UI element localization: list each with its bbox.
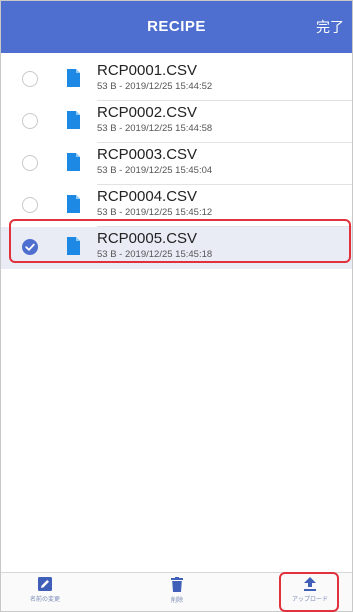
app-frame: RECIPE 完了 RCP0001.CSV 53 B - 2019/12/25 … — [0, 0, 353, 612]
file-name: RCP0002.CSV — [97, 104, 198, 121]
radio-unchecked-icon[interactable] — [22, 113, 38, 129]
radio-unchecked-icon[interactable] — [22, 197, 38, 213]
file-meta: 53 B - 2019/12/25 15:45:12 — [97, 207, 213, 218]
file-icon — [67, 111, 80, 129]
upload-icon — [304, 577, 316, 591]
radio-checked-icon[interactable] — [22, 239, 38, 255]
upload-label: アップロード — [291, 597, 328, 603]
done-button[interactable]: 完了 — [316, 1, 344, 53]
nav-header: RECIPE 完了 — [1, 1, 352, 53]
file-icon — [67, 69, 80, 87]
rename-icon — [38, 577, 52, 591]
file-name: RCP0001.CSV — [97, 62, 198, 79]
delete-label: 削除 — [170, 598, 183, 604]
page-title: RECIPE — [147, 18, 206, 35]
file-name: RCP0003.CSV — [97, 146, 198, 163]
file-row-5-selected[interactable]: RCP0005.CSV 53 B - 2019/12/25 15:45:18 — [1, 227, 352, 269]
file-list: RCP0001.CSV 53 B - 2019/12/25 15:44:52 R… — [1, 59, 352, 269]
file-row-2[interactable]: RCP0002.CSV 53 B - 2019/12/25 15:44:58 — [1, 101, 352, 143]
rename-label: 名前の変更 — [29, 597, 60, 603]
file-row-3[interactable]: RCP0003.CSV 53 B - 2019/12/25 15:45:04 — [1, 143, 352, 185]
radio-unchecked-icon[interactable] — [22, 71, 38, 87]
file-icon — [67, 237, 80, 255]
file-name: RCP0005.CSV — [97, 230, 198, 247]
file-icon — [67, 153, 80, 171]
file-meta: 53 B - 2019/12/25 15:44:52 — [97, 81, 213, 92]
delete-button[interactable]: 削除 — [142, 577, 212, 604]
file-meta: 53 B - 2019/12/25 15:45:04 — [97, 165, 213, 176]
rename-button[interactable]: 名前の変更 — [10, 577, 80, 603]
file-meta: 53 B - 2019/12/25 15:45:18 — [97, 249, 213, 260]
bottom-toolbar: 名前の変更 削除 アップロード — [1, 572, 352, 611]
file-meta: 53 B - 2019/12/25 15:44:58 — [97, 123, 213, 134]
upload-button[interactable]: アップロード — [275, 577, 345, 603]
file-row-4[interactable]: RCP0004.CSV 53 B - 2019/12/25 15:45:12 — [1, 185, 352, 227]
file-name: RCP0004.CSV — [97, 188, 198, 205]
file-row-1[interactable]: RCP0001.CSV 53 B - 2019/12/25 15:44:52 — [1, 59, 352, 101]
file-icon — [67, 195, 80, 213]
trash-icon — [171, 577, 183, 592]
radio-unchecked-icon[interactable] — [22, 155, 38, 171]
